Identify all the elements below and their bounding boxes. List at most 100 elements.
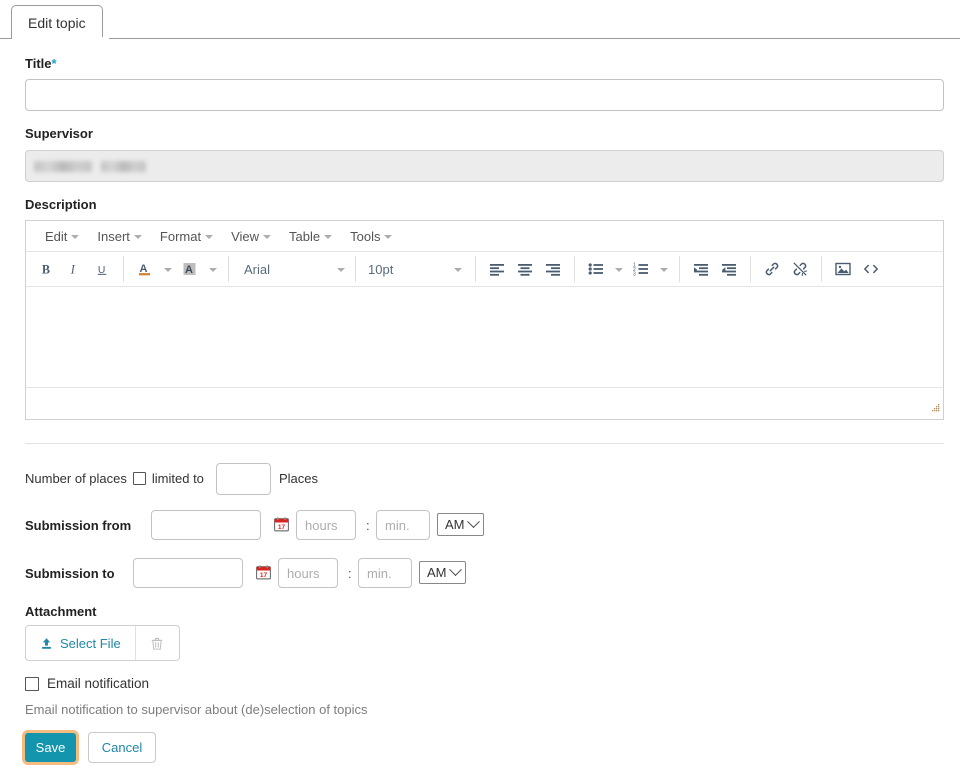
chevron-down-icon [467, 515, 480, 528]
supervisor-label: Supervisor [25, 126, 93, 141]
submission-to-meridiem-value: AM [427, 565, 447, 580]
toolbar-group-color: A A [131, 256, 221, 282]
bullet-list-icon[interactable] [582, 256, 610, 282]
save-button-label: Save [36, 740, 66, 755]
align-center-icon[interactable] [511, 256, 539, 282]
indent-icon[interactable] [687, 256, 715, 282]
tab-strip-baseline [0, 38, 960, 39]
editor-toolbar: B I U A A [26, 252, 943, 287]
submission-from-time-separator: : [366, 518, 370, 533]
tab-edit-topic[interactable]: Edit topic [11, 5, 103, 39]
submission-from-date-input[interactable] [151, 510, 261, 540]
text-color-icon[interactable]: A [131, 256, 159, 282]
editor-menu-edit[interactable]: Edit [36, 224, 88, 248]
bold-icon[interactable]: B [32, 256, 60, 282]
submission-to-meridiem-select[interactable]: AM [419, 561, 466, 584]
font-family-select[interactable]: Arial [236, 256, 351, 282]
submission-from-hours-input[interactable] [296, 510, 356, 540]
calendar-icon[interactable]: 17 [256, 565, 271, 580]
submission-from-meridiem-value: AM [445, 517, 465, 532]
editor-menubar: Edit Insert Format View Table Tools [26, 221, 943, 252]
tab-strip: Edit topic [0, 0, 966, 40]
tab-label: Edit topic [28, 15, 86, 31]
section-divider [25, 443, 944, 444]
editor-menu-tools[interactable]: Tools [341, 224, 401, 248]
chevron-down-icon [263, 235, 271, 239]
places-count-input[interactable] [216, 463, 271, 495]
editor-menu-tools-label: Tools [350, 229, 380, 244]
link-icon[interactable] [758, 256, 786, 282]
calendar-day-number: 17 [260, 572, 268, 579]
editor-menu-format[interactable]: Format [151, 224, 222, 248]
italic-icon[interactable]: I [60, 256, 88, 282]
editor-menu-insert[interactable]: Insert [88, 224, 151, 248]
editor-menu-view-label: View [231, 229, 259, 244]
email-notification-label: Email notification [47, 676, 149, 691]
resize-handle-icon[interactable] [930, 402, 940, 412]
toolbar-separator [574, 256, 575, 282]
svg-text:A: A [185, 264, 193, 276]
submission-to-hours-input[interactable] [278, 558, 338, 588]
font-size-value: 10pt [368, 262, 393, 277]
submission-to-time-separator: : [348, 566, 352, 581]
font-size-select[interactable]: 10pt [360, 256, 468, 282]
unlink-icon[interactable] [786, 256, 814, 282]
toolbar-separator [679, 256, 680, 282]
save-button[interactable]: Save [25, 733, 76, 762]
editor-menu-edit-label: Edit [45, 229, 67, 244]
bullet-list-dropdown-icon[interactable] [610, 256, 627, 282]
chevron-down-icon [71, 235, 79, 239]
delete-attachment-button[interactable] [135, 626, 179, 660]
outdent-icon[interactable] [715, 256, 743, 282]
chevron-down-icon [384, 235, 392, 239]
limited-to-checkbox[interactable] [133, 472, 146, 485]
numbered-list-dropdown-icon[interactable] [655, 256, 672, 282]
text-color-dropdown-icon[interactable] [159, 256, 176, 282]
email-notification-checkbox[interactable] [25, 677, 39, 691]
chevron-down-icon [324, 235, 332, 239]
toolbar-separator [475, 256, 476, 282]
chevron-down-icon [449, 563, 462, 576]
svg-text:I: I [69, 262, 75, 276]
edit-topic-page: Edit topic Title* Supervisor Description… [0, 0, 966, 783]
trash-icon [150, 636, 164, 651]
number-of-places-row: Number of places limited to [25, 471, 204, 486]
background-color-dropdown-icon[interactable] [204, 256, 221, 282]
cancel-button[interactable]: Cancel [88, 732, 156, 763]
limited-to-label: limited to [152, 471, 204, 486]
editor-menu-view[interactable]: View [222, 224, 280, 248]
submission-from-meridiem-select[interactable]: AM [437, 513, 484, 536]
toolbar-group-link [758, 256, 814, 282]
supervisor-value-redacted [34, 161, 146, 172]
toolbar-separator [821, 256, 822, 282]
toolbar-group-textstyle: B I U [32, 256, 116, 282]
source-code-icon[interactable] [857, 256, 885, 282]
toolbar-group-align [483, 256, 567, 282]
image-icon[interactable] [829, 256, 857, 282]
submission-from-minutes-input[interactable] [376, 510, 430, 540]
rich-text-editor: Edit Insert Format View Table Tools [25, 220, 944, 420]
toolbar-group-indent [687, 256, 743, 282]
font-family-value: Arial [244, 262, 270, 277]
upload-icon [40, 637, 53, 650]
places-suffix-label: Places [279, 471, 318, 486]
submission-to-minutes-input[interactable] [358, 558, 412, 588]
underline-icon[interactable]: U [88, 256, 116, 282]
select-file-button[interactable]: Select File [26, 626, 135, 660]
title-required-asterisk: * [52, 56, 57, 71]
background-color-icon[interactable]: A [176, 256, 204, 282]
svg-text:B: B [41, 262, 49, 276]
svg-text:3: 3 [633, 272, 636, 277]
align-left-icon[interactable] [483, 256, 511, 282]
chevron-down-icon [134, 235, 142, 239]
title-label: Title* [25, 56, 57, 71]
toolbar-group-lists: 123 [582, 256, 672, 282]
numbered-list-icon[interactable]: 123 [627, 256, 655, 282]
title-input[interactable] [25, 79, 944, 111]
calendar-icon[interactable]: 17 [274, 517, 289, 532]
editor-statusbar [26, 388, 943, 415]
align-right-icon[interactable] [539, 256, 567, 282]
editor-menu-table[interactable]: Table [280, 224, 341, 248]
editor-content-area[interactable] [26, 287, 943, 388]
submission-to-date-input[interactable] [133, 558, 243, 588]
